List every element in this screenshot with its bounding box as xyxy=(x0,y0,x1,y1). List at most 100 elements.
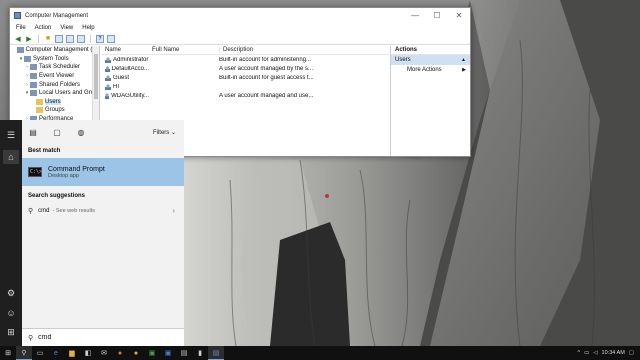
best-match-name: Command Prompt xyxy=(48,165,105,173)
menu-action[interactable]: Action xyxy=(35,25,52,31)
tree-item-label: Event Viewer xyxy=(39,73,75,80)
refresh-icon[interactable] xyxy=(66,34,74,43)
search-icon: ⚲ xyxy=(28,208,34,215)
tree-item[interactable]: Groups xyxy=(10,106,99,115)
user-description: A user account managed and use... xyxy=(219,92,314,99)
tree-node-icon xyxy=(36,107,43,114)
edge-icon[interactable]: e xyxy=(48,346,64,360)
more-actions-item[interactable]: More Actions ▶ xyxy=(391,65,470,75)
tree-item[interactable]: Users xyxy=(10,98,99,107)
feedback-icon[interactable]: ☺ xyxy=(3,306,19,320)
menu-help[interactable]: Help xyxy=(82,25,94,31)
submenu-arrow-icon: ▶ xyxy=(462,67,466,73)
close-button[interactable]: ✕ xyxy=(448,11,470,20)
user-description: Built-in account for guest access t... xyxy=(219,74,314,81)
menu-view[interactable]: View xyxy=(60,25,73,31)
tree-item[interactable]: › Event Viewer xyxy=(10,72,99,81)
chevron-up-icon[interactable]: ^ xyxy=(578,350,581,356)
window-titlebar[interactable]: Computer Management — ☐ ✕ xyxy=(10,8,470,23)
actions-pane: Actions Users ▲ More Actions ▶ xyxy=(390,46,470,156)
folder-up-icon[interactable]: ■ xyxy=(44,35,52,43)
maximize-button[interactable]: ☐ xyxy=(426,11,448,20)
tree-item[interactable]: ▾ System Tools xyxy=(10,55,99,64)
search-taskbar-icon[interactable]: ⚲ xyxy=(16,346,32,360)
user-row[interactable]: WDAGUtility... A user account managed and… xyxy=(102,91,389,100)
start-button[interactable]: ⊞ xyxy=(0,346,16,360)
notifications-icon[interactable]: ▢ xyxy=(629,350,634,356)
task-view-icon[interactable]: ▭ xyxy=(32,346,48,360)
properties-icon[interactable] xyxy=(107,34,115,43)
user-name: HI xyxy=(113,83,119,90)
web-tab-icon[interactable]: ◍ xyxy=(76,128,86,137)
best-match-kind: Desktop app xyxy=(48,172,79,179)
network-icon[interactable]: ▭ xyxy=(584,350,589,356)
suggestion-suffix: - See web results xyxy=(52,208,95,214)
user-row[interactable]: Guest Built-in account for guest access t… xyxy=(102,73,389,82)
user-name-cell: HI xyxy=(102,83,149,90)
app-icon[interactable]: ▤ xyxy=(176,346,192,360)
user-row[interactable]: HI xyxy=(102,82,389,91)
list-header: Name Full Name Description xyxy=(102,46,389,55)
user-icon xyxy=(105,65,110,72)
tree-item-label: System Tools xyxy=(33,55,69,62)
user-name-cell: Administrator xyxy=(102,56,149,63)
firefox-icon[interactable]: ● xyxy=(112,346,128,360)
home-icon[interactable]: ⌂ xyxy=(3,150,19,164)
tree-item[interactable]: Computer Management (Lo xyxy=(10,46,99,55)
user-icon xyxy=(105,74,111,81)
user-row[interactable]: Administrator Built-in account for admini… xyxy=(102,55,389,64)
windows-logo-icon[interactable]: ⊞ xyxy=(3,325,19,339)
chevron-right-icon[interactable]: › xyxy=(173,208,175,215)
user-name: WDAGUtility... xyxy=(111,92,149,99)
tree-item-label: Users xyxy=(45,98,61,105)
column-name[interactable]: Name xyxy=(102,47,149,53)
back-arrow-icon[interactable]: ◀ xyxy=(14,35,22,43)
scrollbar-thumb[interactable] xyxy=(94,54,98,99)
forward-arrow-icon[interactable]: ▶ xyxy=(25,35,33,43)
documents-tab-icon[interactable]: ▢ xyxy=(52,128,62,137)
settings-gear-icon[interactable]: ⚙ xyxy=(3,286,19,300)
mail-icon[interactable]: ✉ xyxy=(96,346,112,360)
tree-item[interactable]: › Task Scheduler xyxy=(10,63,99,72)
actions-group-label: Users xyxy=(395,57,411,63)
user-name: Administrator xyxy=(113,56,149,63)
user-description: A user account managed by the s... xyxy=(219,65,314,72)
show-hide-tree-icon[interactable] xyxy=(55,34,63,43)
tree-node-icon xyxy=(30,81,37,88)
chrome-icon[interactable]: ● xyxy=(128,346,144,360)
command-prompt-icon: C:\> xyxy=(28,167,43,177)
help-icon[interactable]: ? xyxy=(96,34,104,43)
web-suggestion-row[interactable]: ⚲ cmd - See web results › xyxy=(22,203,184,219)
tree-item[interactable]: ▾ Local Users and Grou xyxy=(10,89,99,98)
tree-node-icon xyxy=(36,98,43,105)
search-icon: ⚲ xyxy=(28,334,34,342)
tree-item[interactable]: › Shared Folders xyxy=(10,80,99,89)
store-icon[interactable]: ◧ xyxy=(80,346,96,360)
file-explorer-icon[interactable]: ▆ xyxy=(64,346,80,360)
computer-management-taskbar-icon[interactable]: ▤ xyxy=(208,346,224,360)
search-box[interactable]: ⚲ xyxy=(22,328,184,346)
app-icon[interactable]: ▣ xyxy=(160,346,176,360)
menu-file[interactable]: File xyxy=(16,25,26,31)
user-description: Built-in account for administering... xyxy=(219,56,312,63)
actions-group-users[interactable]: Users ▲ xyxy=(391,55,470,65)
filters-dropdown[interactable]: Filters ⌄ xyxy=(153,129,176,136)
column-full-name[interactable]: Full Name xyxy=(149,47,219,53)
export-list-icon[interactable] xyxy=(77,34,85,43)
apps-tab-icon[interactable]: ▤ xyxy=(28,128,38,137)
column-description[interactable]: Description xyxy=(219,47,389,53)
best-match-result[interactable]: C:\> Command Prompt Desktop app xyxy=(22,158,184,186)
user-row[interactable]: DefaultAcco... A user account managed by … xyxy=(102,64,389,73)
clock[interactable]: 10:34 AM xyxy=(602,350,625,356)
terminal-icon[interactable]: ▮ xyxy=(192,346,208,360)
collapse-up-icon[interactable]: ▲ xyxy=(461,57,466,63)
app-icon[interactable]: ▣ xyxy=(144,346,160,360)
suggestion-query: cmd xyxy=(38,208,50,214)
hamburger-menu-icon[interactable]: ☰ xyxy=(3,128,19,142)
minimize-button[interactable]: — xyxy=(404,11,426,20)
volume-icon[interactable]: ◁ xyxy=(593,350,597,356)
actions-header: Actions xyxy=(391,46,470,55)
search-input[interactable] xyxy=(38,334,159,341)
user-name-cell: DefaultAcco... xyxy=(102,65,149,72)
start-menu-rail: ☰ ⌂ ⚙ ☺ ⊞ xyxy=(0,120,22,346)
